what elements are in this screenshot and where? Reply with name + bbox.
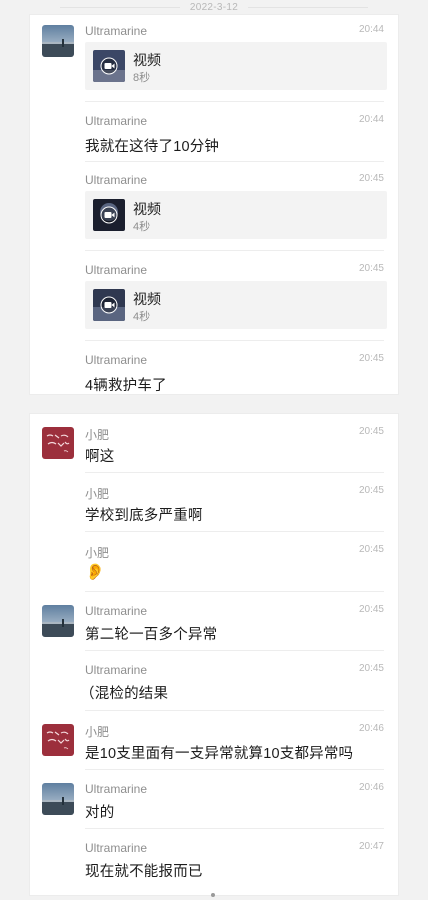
sender-name: 小肥: [85, 487, 110, 501]
sender-name: Ultramarine: [85, 663, 148, 677]
timestamp: 20:45: [358, 173, 384, 184]
sender-name: 小肥: [85, 546, 110, 560]
divider: [85, 472, 384, 473]
message-text: 是10支里面有一支异常就算10支都异常吗: [85, 746, 354, 762]
xiaofei-avatar[interactable]: [42, 427, 74, 459]
divider: [85, 710, 384, 711]
sender-name: Ultramarine: [85, 24, 148, 38]
sender-name: 小肥: [85, 725, 110, 739]
sender-name: Ultramarine: [85, 173, 148, 187]
message-text: 现在就不能报而已: [85, 864, 203, 880]
date-line-right: [248, 6, 369, 8]
video-label: 视频: [133, 201, 161, 217]
ear-emoji: 👂: [85, 564, 105, 581]
divider: [85, 591, 384, 592]
sender-name: Ultramarine: [85, 604, 148, 618]
timestamp: 20:45: [358, 353, 384, 364]
divider: [85, 250, 384, 251]
divider: [85, 340, 384, 341]
divider: [85, 101, 384, 102]
video-thumbnail: [93, 50, 125, 82]
timestamp: 20:46: [358, 723, 384, 734]
timestamp: 20:45: [358, 544, 384, 555]
timestamp: 20:45: [358, 426, 384, 437]
message-text: 对的: [85, 805, 115, 821]
message-text: 4辆救护车了: [85, 378, 167, 394]
timestamp: 20:46: [358, 782, 384, 793]
page-indicator-dot: [211, 893, 215, 897]
ultramarine-avatar[interactable]: [42, 605, 74, 637]
xiaofei-avatar[interactable]: [42, 724, 74, 756]
message-text: （混检的结果: [80, 686, 169, 702]
timestamp: 20:44: [358, 114, 384, 125]
message-text: 学校到底多严重啊: [85, 508, 203, 524]
timestamp: 20:47: [358, 841, 384, 852]
sender-name: 小肥: [85, 428, 110, 442]
date-line-left: [59, 6, 180, 8]
timestamp: 20:44: [358, 24, 384, 35]
divider: [85, 650, 384, 651]
video-label: 视频: [133, 291, 161, 307]
message-text: 啊这: [85, 449, 115, 465]
sender-name: Ultramarine: [85, 782, 148, 796]
timestamp: 20:45: [358, 263, 384, 274]
sender-name: Ultramarine: [85, 114, 148, 128]
sender-name: Ultramarine: [85, 353, 148, 367]
video-bubble[interactable]: 视频 8秒: [85, 42, 387, 90]
video-duration: 8秒: [133, 72, 151, 84]
video-label: 视频: [133, 52, 161, 68]
chat-card-1: Ultramarine 20:44 视频 8秒 Ultramarine 20:4…: [29, 14, 399, 395]
video-thumbnail: [93, 199, 125, 231]
divider: [85, 769, 384, 770]
timestamp: 20:45: [358, 604, 384, 615]
video-bubble[interactable]: 视频 4秒: [85, 281, 387, 329]
message-text: 我就在这待了10分钟: [85, 139, 220, 155]
divider: [85, 161, 384, 162]
date-divider: 2022-3-12: [0, 0, 428, 14]
divider: [85, 828, 384, 829]
divider: [85, 531, 384, 532]
timestamp: 20:45: [358, 485, 384, 496]
ultramarine-avatar[interactable]: [42, 25, 74, 57]
video-duration: 4秒: [133, 311, 151, 323]
chat-card-2: 小肥 20:45 啊这 小肥 20:45 学校到底多严重啊 小肥 20:45 👂: [29, 413, 399, 896]
video-duration: 4秒: [133, 221, 151, 233]
sender-name: Ultramarine: [85, 263, 148, 277]
video-thumbnail: [93, 289, 125, 321]
timestamp: 20:45: [358, 663, 384, 674]
sender-name: Ultramarine: [85, 841, 148, 855]
ultramarine-avatar[interactable]: [42, 783, 74, 815]
date-text: 2022-3-12: [189, 1, 239, 13]
message-text: 第二轮一百多个异常: [85, 627, 218, 643]
video-bubble[interactable]: 视频 4秒: [85, 191, 387, 239]
